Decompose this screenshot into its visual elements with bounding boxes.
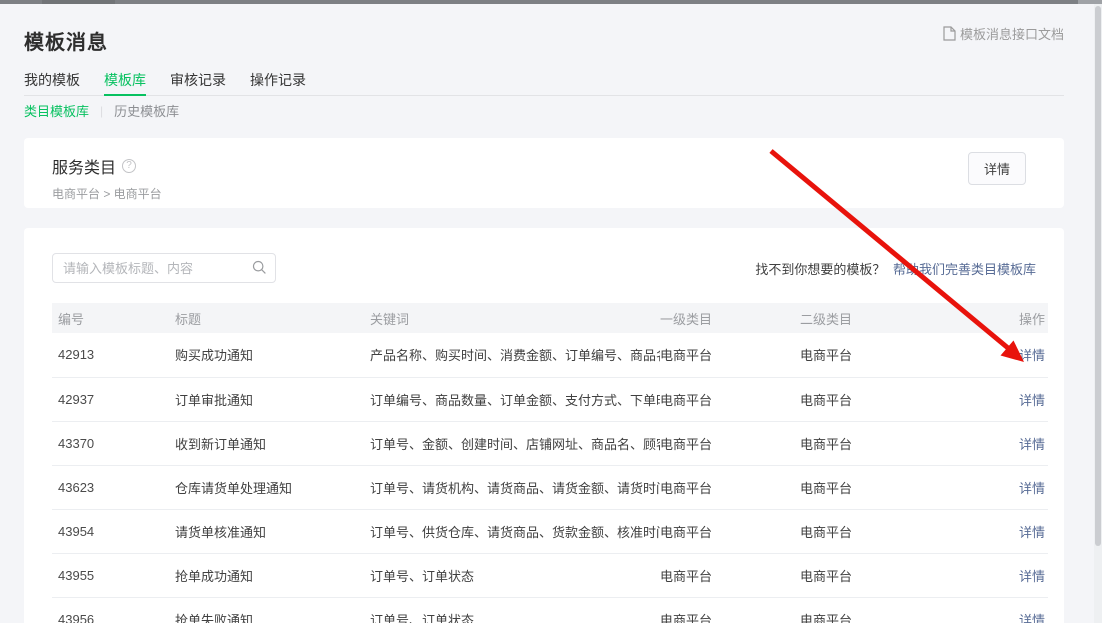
row-detail-link[interactable]: 详情 xyxy=(1019,525,1045,540)
cell-template-title: 仓库请货单处理通知 xyxy=(175,465,370,509)
cell-template-title: 收到新订单通知 xyxy=(175,421,370,465)
page-scrollbar[interactable] xyxy=(1094,4,1102,623)
tab-my-templates[interactable]: 我的模板 xyxy=(24,70,80,95)
cell-template-id: 43956 xyxy=(52,597,175,623)
api-doc-link[interactable]: 模板消息接口文档 xyxy=(943,24,1064,43)
search-input[interactable] xyxy=(52,253,276,283)
cell-template-id: 43955 xyxy=(52,553,175,597)
cell-category-level1: 电商平台 xyxy=(660,597,800,623)
header-category2: 二级类目 xyxy=(800,303,988,333)
table-row: 42913 购买成功通知 产品名称、购买时间、消费金额、订单编号、商品名称、支.… xyxy=(52,333,1048,377)
cell-category-level2: 电商平台 xyxy=(800,509,988,553)
cell-category-level1: 电商平台 xyxy=(660,377,800,421)
table-row: 43956 抢单失败通知 订单号、订单状态 电商平台 电商平台 详情 xyxy=(52,597,1048,623)
scrollbar-thumb[interactable] xyxy=(1095,6,1101,546)
row-detail-link[interactable]: 详情 xyxy=(1019,481,1045,496)
window-top-strip-segment xyxy=(42,0,115,4)
subtab-history-library[interactable]: 历史模板库 xyxy=(114,101,179,120)
header-category1: 一级类目 xyxy=(660,303,800,333)
cell-category-level2: 电商平台 xyxy=(800,421,988,465)
cell-template-title: 抢单失败通知 xyxy=(175,597,370,623)
help-icon[interactable]: ? xyxy=(122,159,136,173)
tab-review-records[interactable]: 审核记录 xyxy=(170,70,226,95)
cell-category-level2: 电商平台 xyxy=(800,377,988,421)
cell-template-title: 订单审批通知 xyxy=(175,377,370,421)
cell-category-level1: 电商平台 xyxy=(660,509,800,553)
service-category-title: 服务类目 xyxy=(52,154,116,178)
cell-template-id: 43370 xyxy=(52,421,175,465)
cell-template-id: 42937 xyxy=(52,377,175,421)
subtab-bar: 类目模板库 | 历史模板库 xyxy=(24,101,179,120)
cell-template-id: 43954 xyxy=(52,509,175,553)
cell-template-keywords: 订单号、订单状态 xyxy=(370,553,660,597)
row-detail-link[interactable]: 详情 xyxy=(1019,348,1045,363)
cell-category-level2: 电商平台 xyxy=(800,553,988,597)
template-table-card: 找不到你想要的模板？ 帮助我们完善类目模板库 编号 标题 关键词 一级类目 二级… xyxy=(24,228,1064,623)
cell-template-title: 请货单核准通知 xyxy=(175,509,370,553)
table-row: 43954 请货单核准通知 订单号、供货仓库、请货商品、货款金额、核准时间 电商… xyxy=(52,509,1048,553)
tab-bar: 我的模板 模板库 审核记录 操作记录 xyxy=(24,70,1064,96)
table-row: 42937 订单审批通知 订单编号、商品数量、订单金额、支付方式、下单时间 电商… xyxy=(52,377,1048,421)
cell-template-id: 42913 xyxy=(52,333,175,377)
cell-template-keywords: 订单号、订单状态 xyxy=(370,597,660,623)
header-id: 编号 xyxy=(52,303,175,333)
tab-template-library[interactable]: 模板库 xyxy=(104,70,146,95)
cell-category-level2: 电商平台 xyxy=(800,597,988,623)
subtab-category-library[interactable]: 类目模板库 xyxy=(24,101,89,120)
service-category-card: 服务类目 ? 电商平台 > 电商平台 详情 xyxy=(24,138,1064,208)
header-action: 操作 xyxy=(988,303,1048,333)
cell-template-keywords: 订单号、金额、创建时间、店铺网址、商品名、顾客、数量... xyxy=(370,421,660,465)
cell-category-level1: 电商平台 xyxy=(660,553,800,597)
table-row: 43370 收到新订单通知 订单号、金额、创建时间、店铺网址、商品名、顾客、数量… xyxy=(52,421,1048,465)
window-top-strip xyxy=(0,0,1102,4)
header-title: 标题 xyxy=(175,303,370,333)
hint-question: 找不到你想要的模板？ xyxy=(755,262,885,277)
cell-template-id: 43623 xyxy=(52,465,175,509)
cell-template-title: 购买成功通知 xyxy=(175,333,370,377)
cell-category-level2: 电商平台 xyxy=(800,333,988,377)
template-table: 编号 标题 关键词 一级类目 二级类目 操作 42913 购买成功通知 产品名称… xyxy=(52,303,1048,623)
search-icon[interactable] xyxy=(252,260,267,280)
feedback-hint: 找不到你想要的模板？ 帮助我们完善类目模板库 xyxy=(755,259,1036,278)
page-title: 模板消息 xyxy=(24,26,108,55)
cell-category-level1: 电商平台 xyxy=(660,421,800,465)
tab-operation-records[interactable]: 操作记录 xyxy=(250,70,306,95)
cell-category-level2: 电商平台 xyxy=(800,465,988,509)
row-detail-link[interactable]: 详情 xyxy=(1019,613,1045,623)
subtab-divider: | xyxy=(100,104,103,118)
header-keywords: 关键词 xyxy=(370,303,660,333)
breadcrumb: 电商平台 > 电商平台 xyxy=(52,185,1036,202)
cell-template-keywords: 订单号、请货机构、请货商品、请货金额、请货时间 xyxy=(370,465,660,509)
improve-library-link[interactable]: 帮助我们完善类目模板库 xyxy=(893,262,1036,277)
table-row: 43955 抢单成功通知 订单号、订单状态 电商平台 电商平台 详情 xyxy=(52,553,1048,597)
table-row: 43623 仓库请货单处理通知 订单号、请货机构、请货商品、请货金额、请货时间 … xyxy=(52,465,1048,509)
row-detail-link[interactable]: 详情 xyxy=(1019,437,1045,452)
table-header-row: 编号 标题 关键词 一级类目 二级类目 操作 xyxy=(52,303,1048,333)
row-detail-link[interactable]: 详情 xyxy=(1019,569,1045,584)
cell-category-level1: 电商平台 xyxy=(660,465,800,509)
cell-template-title: 抢单成功通知 xyxy=(175,553,370,597)
cell-template-keywords: 订单号、供货仓库、请货商品、货款金额、核准时间 xyxy=(370,509,660,553)
document-icon xyxy=(943,26,956,41)
cell-category-level1: 电商平台 xyxy=(660,333,800,377)
row-detail-link[interactable]: 详情 xyxy=(1019,393,1045,408)
category-detail-button[interactable]: 详情 xyxy=(968,152,1026,185)
cell-template-keywords: 产品名称、购买时间、消费金额、订单编号、商品名称、支... xyxy=(370,333,660,377)
api-doc-link-label: 模板消息接口文档 xyxy=(960,24,1064,43)
cell-template-keywords: 订单编号、商品数量、订单金额、支付方式、下单时间 xyxy=(370,377,660,421)
search-box xyxy=(52,253,276,283)
